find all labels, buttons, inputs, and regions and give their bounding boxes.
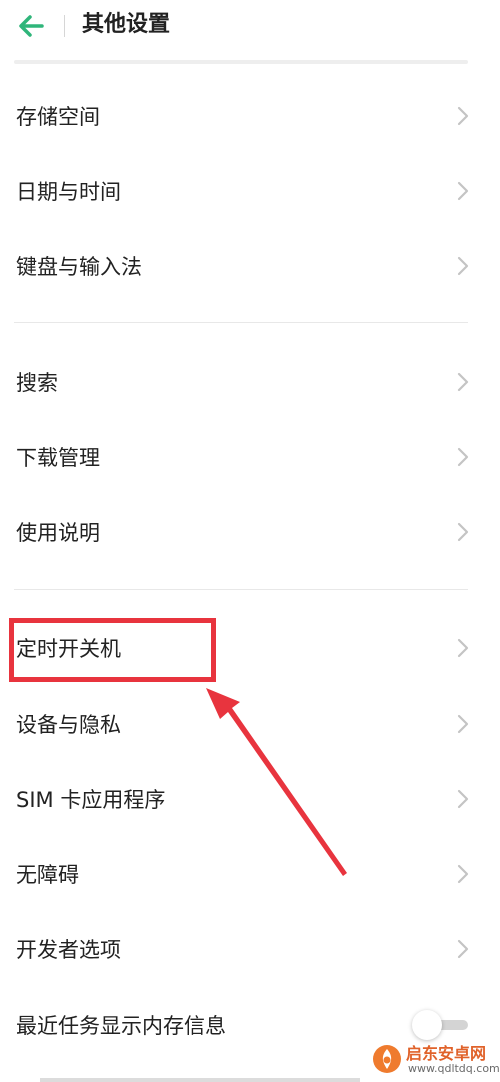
chevron-right-icon [457, 638, 469, 658]
chevron-right-icon [457, 714, 469, 734]
settings-item-label: 搜索 [16, 371, 58, 395]
chevron-right-icon [457, 372, 469, 392]
chevron-right-icon [457, 106, 469, 126]
settings-item-label: 下载管理 [16, 446, 100, 470]
settings-item-label: 设备与隐私 [16, 713, 121, 737]
chevron-right-icon [457, 939, 469, 959]
settings-item-user-guide[interactable]: 使用说明 [0, 502, 500, 562]
chevron-right-icon [457, 522, 469, 542]
page-title: 其他设置 [82, 12, 171, 37]
settings-item-label: 使用说明 [16, 521, 100, 545]
watermark-logo-icon [373, 1045, 401, 1073]
watermark-url: www.qdltdq.com [408, 1062, 500, 1075]
settings-item-sim-toolkit[interactable]: SIM 卡应用程序 [0, 769, 500, 829]
header-shadow-divider [14, 60, 468, 64]
chevron-right-icon [457, 789, 469, 809]
settings-item-accessibility[interactable]: 无障碍 [0, 844, 500, 904]
chevron-right-icon [457, 256, 469, 276]
settings-item-developer-options[interactable]: 开发者选项 [0, 919, 500, 979]
section-divider [14, 322, 468, 323]
arrow-left-icon [19, 15, 44, 37]
settings-item-label: 开发者选项 [16, 938, 121, 962]
section-divider [14, 589, 468, 590]
settings-item-keyboard-input[interactable]: 键盘与输入法 [0, 236, 500, 296]
settings-item-label: 最近任务显示内存信息 [16, 1014, 226, 1038]
back-button[interactable] [14, 12, 48, 40]
header-bar: 其他设置 [0, 0, 500, 52]
bottom-partial-element [40, 1078, 360, 1082]
header-divider [64, 15, 65, 37]
settings-item-date-time[interactable]: 日期与时间 [0, 161, 500, 221]
watermark: 启东安卓网 www.qdltdq.com [368, 1040, 500, 1080]
chevron-right-icon [457, 864, 469, 884]
settings-item-storage[interactable]: 存储空间 [0, 86, 500, 146]
settings-item-label: 键盘与输入法 [16, 255, 142, 279]
settings-item-label: 无障碍 [16, 863, 79, 887]
watermark-text: 启东安卓网 [406, 1044, 487, 1063]
annotation-highlight-box [9, 618, 216, 682]
memory-info-toggle[interactable] [412, 1010, 468, 1040]
toggle-knob [412, 1010, 442, 1040]
settings-item-device-privacy[interactable]: 设备与隐私 [0, 694, 500, 754]
chevron-right-icon [457, 447, 469, 467]
settings-item-download-manager[interactable]: 下载管理 [0, 427, 500, 487]
settings-item-label: 存储空间 [16, 105, 100, 129]
settings-item-search[interactable]: 搜索 [0, 352, 500, 412]
settings-item-label: SIM 卡应用程序 [16, 788, 166, 812]
settings-item-label: 日期与时间 [16, 180, 121, 204]
chevron-right-icon [457, 181, 469, 201]
